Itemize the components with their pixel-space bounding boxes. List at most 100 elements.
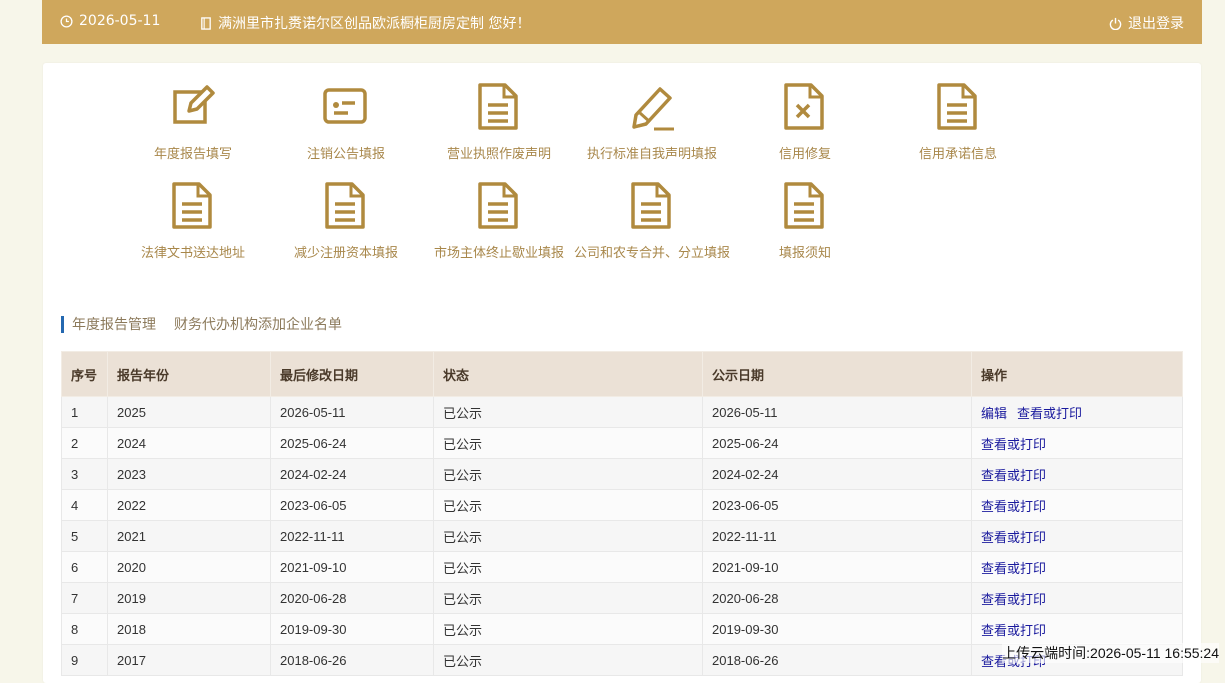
cell-modified: 2020-06-28: [270, 582, 434, 614]
cell-actions: 查看或打印: [971, 582, 1183, 614]
menu-item-8[interactable]: 市场主体终止歇业填报: [419, 182, 579, 261]
cell-actions: 查看或打印: [971, 489, 1183, 521]
menu-item-9[interactable]: 公司和农专合并、分立填报: [572, 182, 732, 261]
cell-modified: 2022-11-11: [270, 520, 434, 552]
cell-actions: 查看或打印: [971, 613, 1183, 645]
table-row: 6 2020 2021-09-10 已公示 2021-09-10 查看或打印: [61, 551, 1183, 583]
table-row: 1 2025 2026-05-11 已公示 2026-05-11 编辑 查看或打印: [61, 396, 1183, 428]
cell-published: 2018-06-26: [702, 644, 972, 676]
id-card-icon: [323, 88, 367, 124]
col-actions: 操作: [971, 351, 1183, 397]
document-icon: [784, 182, 824, 229]
cell-no: 7: [61, 582, 108, 614]
menu-item-1[interactable]: 注销公告填报: [266, 83, 426, 162]
view-print-link[interactable]: 查看或打印: [981, 437, 1046, 452]
cell-actions: 查看或打印: [971, 458, 1183, 490]
cell-status: 已公示: [433, 582, 703, 614]
menu-item-label: 执行标准自我声明填报: [586, 147, 717, 162]
menu-item-label: 年度报告填写: [153, 147, 232, 162]
table-row: 8 2018 2019-09-30 已公示 2019-09-30 查看或打印: [61, 613, 1183, 645]
cell-status: 已公示: [433, 551, 703, 583]
menu-item-label: 营业执照作废声明: [446, 147, 551, 162]
cell-status: 已公示: [433, 644, 703, 676]
menu-item-3[interactable]: 执行标准自我声明填报: [572, 83, 732, 162]
cell-status: 已公示: [433, 458, 703, 490]
cell-modified: 2021-09-10: [270, 551, 434, 583]
view-print-link[interactable]: 查看或打印: [981, 468, 1046, 483]
menu-item-5[interactable]: 信用承诺信息: [878, 83, 1038, 162]
view-print-link[interactable]: 查看或打印: [981, 623, 1046, 638]
logout-button[interactable]: 退出登录: [1109, 13, 1184, 33]
tab-agency-list[interactable]: 财务代办机构添加企业名单: [174, 314, 342, 334]
cell-year: 2024: [107, 427, 271, 459]
cell-year: 2018: [107, 613, 271, 645]
cell-year: 2017: [107, 644, 271, 676]
cell-status: 已公示: [433, 520, 703, 552]
document-icon: [937, 83, 977, 130]
cell-year: 2021: [107, 520, 271, 552]
table-row: 4 2022 2023-06-05 已公示 2023-06-05 查看或打印: [61, 489, 1183, 521]
cell-published: 2026-05-11: [702, 396, 972, 428]
edit-icon: [173, 85, 215, 124]
top-bar: 2026-05-11 满洲里市扎赉诺尔区创品欧派橱柜厨房定制 您好！ 退出登录: [42, 0, 1202, 44]
book-icon: [201, 16, 211, 30]
upload-time: 上传云端时间:2026-05-11 16:55:24: [1002, 643, 1219, 663]
menu-item-7[interactable]: 减少注册资本填报: [266, 182, 426, 261]
view-print-link[interactable]: 查看或打印: [981, 592, 1046, 607]
tab-bar: 年度报告管理 财务代办机构添加企业名单: [61, 315, 360, 333]
cell-modified: 2025-06-24: [270, 427, 434, 459]
menu-item-10[interactable]: 填报须知: [725, 182, 885, 261]
cell-published: 2025-06-24: [702, 427, 972, 459]
menu-item-label: 公司和农专合并、分立填报: [573, 246, 730, 261]
table-row: 5 2021 2022-11-11 已公示 2022-11-11 查看或打印: [61, 520, 1183, 552]
table-row: 2 2024 2025-06-24 已公示 2025-06-24 查看或打印: [61, 427, 1183, 459]
cell-no: 9: [61, 644, 108, 676]
date-text: 2026-05-11: [79, 13, 161, 29]
document-icon: [478, 83, 518, 130]
cell-no: 5: [61, 520, 108, 552]
menu-item-4[interactable]: 信用修复: [725, 83, 885, 162]
cell-status: 已公示: [433, 489, 703, 521]
menu-item-2[interactable]: 营业执照作废声明: [419, 83, 579, 162]
function-menu: 年度报告填写 注销公告填报 营业执照作废声明 执行标准自我声明填报 信用修复 信用承诺信息…: [43, 63, 1201, 293]
document-icon: [478, 182, 518, 229]
power-icon: [1109, 17, 1122, 30]
cell-no: 4: [61, 489, 108, 521]
menu-item-label: 市场主体终止歇业填报: [433, 246, 564, 261]
report-table: 序号 报告年份 最后修改日期 状态 公示日期 操作 1 2025 2026-05-1…: [61, 351, 1183, 676]
view-print-link[interactable]: 查看或打印: [1017, 406, 1082, 421]
cell-year: 2019: [107, 582, 271, 614]
cell-published: 2023-06-05: [702, 489, 972, 521]
cell-published: 2024-02-24: [702, 458, 972, 490]
clock-icon: [60, 14, 73, 28]
cell-modified: 2019-09-30: [270, 613, 434, 645]
menu-item-label: 信用修复: [778, 147, 831, 162]
cell-status: 已公示: [433, 613, 703, 645]
file-x-icon: [784, 83, 824, 130]
view-print-link[interactable]: 查看或打印: [981, 561, 1046, 576]
cell-published: 2021-09-10: [702, 551, 972, 583]
col-no: 序号: [61, 351, 108, 397]
cell-year: 2020: [107, 551, 271, 583]
cell-published: 2019-09-30: [702, 613, 972, 645]
menu-item-0[interactable]: 年度报告填写: [113, 83, 273, 162]
menu-item-label: 信用承诺信息: [918, 147, 997, 162]
cell-no: 3: [61, 458, 108, 490]
view-print-link[interactable]: 查看或打印: [981, 530, 1046, 545]
table-row: 7 2019 2020-06-28 已公示 2020-06-28 查看或打印: [61, 582, 1183, 614]
greeting: 满洲里市扎赉诺尔区创品欧派橱柜厨房定制 您好！: [200, 13, 530, 33]
cell-status: 已公示: [433, 396, 703, 428]
active-tab-indicator: [61, 315, 64, 333]
cell-no: 8: [61, 613, 108, 645]
cell-modified: 2026-05-11: [270, 396, 434, 428]
edit-link[interactable]: 编辑: [981, 406, 1007, 421]
table-row: 3 2023 2024-02-24 已公示 2024-02-24 查看或打印: [61, 458, 1183, 490]
cell-actions: 查看或打印: [971, 427, 1183, 459]
cell-year: 2023: [107, 458, 271, 490]
menu-item-6[interactable]: 法律文书送达地址: [113, 182, 273, 261]
col-year: 报告年份: [107, 351, 271, 397]
tab-annual-report[interactable]: 年度报告管理: [72, 314, 156, 334]
view-print-link[interactable]: 查看或打印: [981, 499, 1046, 514]
cell-modified: 2018-06-26: [270, 644, 434, 676]
table-header-row: 序号 报告年份 最后修改日期 状态 公示日期 操作: [61, 351, 1183, 397]
